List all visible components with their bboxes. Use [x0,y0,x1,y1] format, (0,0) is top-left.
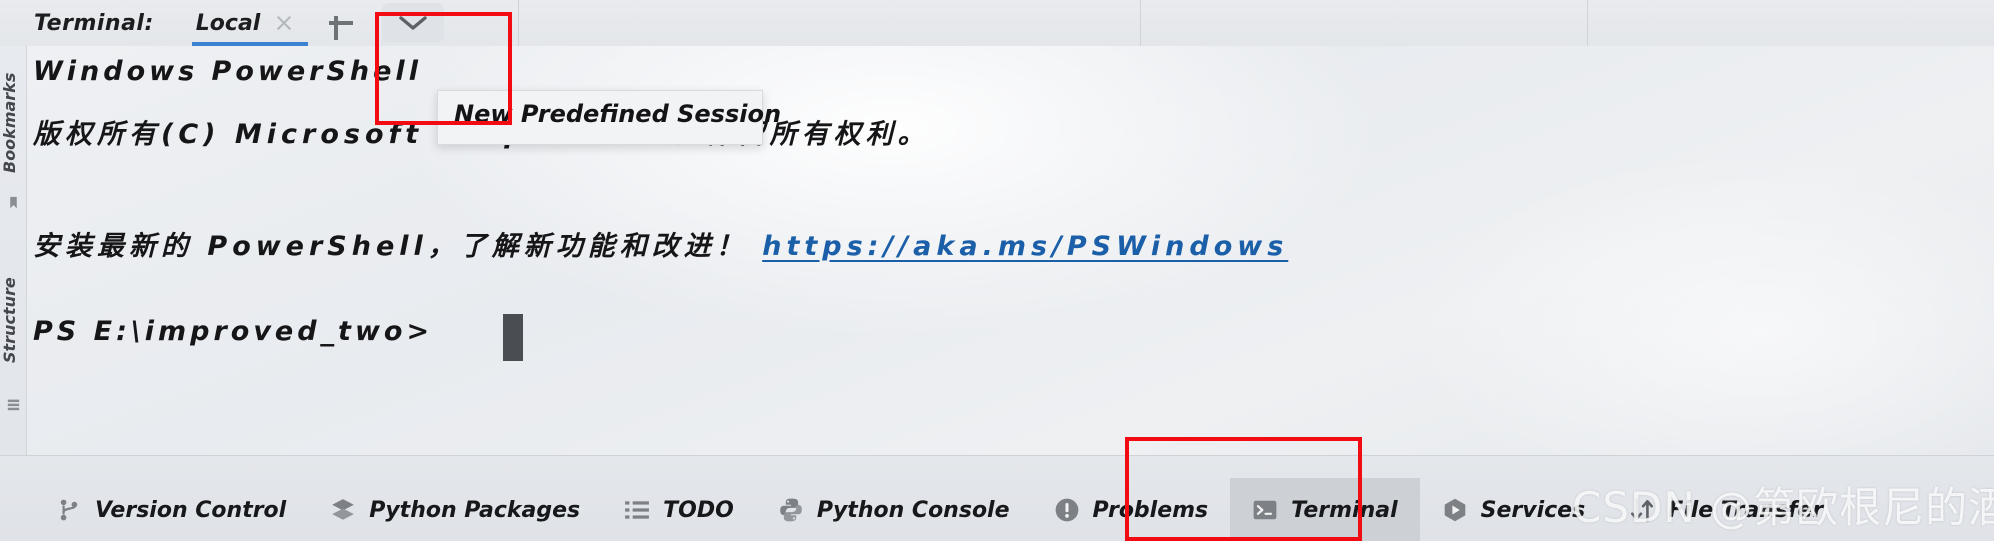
menu-item-new-predefined-session[interactable]: New Predefined Session [454,100,781,128]
new-session-dropdown-menu[interactable]: New Predefined Session [437,90,781,145]
tab-local[interactable]: Local [191,0,308,46]
sidebar-item-bookmarks[interactable]: Bookmarks [0,58,27,188]
plus-icon[interactable] [324,6,358,40]
tabbar-divider [1140,0,1141,46]
bottom-tab-problems[interactable]: Problems [1032,478,1231,541]
bottom-tab-todo[interactable]: TODO [602,478,756,541]
bottom-tab-label: TODO [663,497,734,523]
bottom-tab-label: Python Console [816,497,1010,523]
terminal-panel-label: Terminal: [34,10,154,36]
terminal-line-upgrade-notice: 安装最新的 PowerShell，了解新功能和改进！ https://aka.m… [33,224,1288,263]
sidebar-item-structure[interactable]: Structure [0,254,27,386]
block-cursor [503,314,523,361]
csdn-watermark: CSDN @第欧根尼的酒桶 [1572,483,1994,532]
bottom-tab-label: Terminal [1291,497,1398,523]
structure-icon [7,399,20,411]
pswindows-link[interactable]: https://aka.ms/PSWindows [762,231,1288,262]
bottom-tab-label: Services [1480,497,1586,523]
bottom-tab-label: Python Packages [369,497,581,523]
terminal-line-banner: Windows PowerShell [33,56,422,87]
tabbar-divider [518,0,519,46]
bookmark-icon [10,196,17,209]
python-icon [780,498,802,522]
branch-icon [60,499,78,521]
close-icon[interactable] [274,13,294,33]
list-icon [625,501,650,519]
chevron-down-icon[interactable] [382,3,445,43]
terminal-icon [1253,500,1277,520]
bottom-tab-version-control[interactable]: Version Control [34,478,308,541]
terminal-prompt: PS E:\improved_two> [33,316,434,347]
terminal-panel-window: Terminal: Local Bookmarks Structure Wind… [0,0,1994,541]
terminal-tab-bar: Terminal: Local [0,0,1994,46]
bottom-tab-label: Version Control [95,497,287,523]
exclamation-icon [1055,498,1078,522]
tabbar-divider [1587,0,1588,46]
bottom-tab-python-packages[interactable]: Python Packages [308,478,602,541]
bottom-tab-label: Problems [1092,497,1209,523]
bottom-tab-terminal[interactable]: Terminal [1230,478,1420,541]
bottom-tab-python-console[interactable]: Python Console [756,478,1032,541]
left-tool-strip: Bookmarks Structure [0,46,27,455]
play-hex-icon [1444,498,1465,522]
tab-local-label: Local [195,10,261,36]
terminal-output-area[interactable]: Windows PowerShell 版权所有(C) Microsoft Cor… [27,46,1994,455]
layers-icon [332,499,355,520]
terminal-line-upgrade-text: 安装最新的 PowerShell，了解新功能和改进！ [33,231,748,262]
